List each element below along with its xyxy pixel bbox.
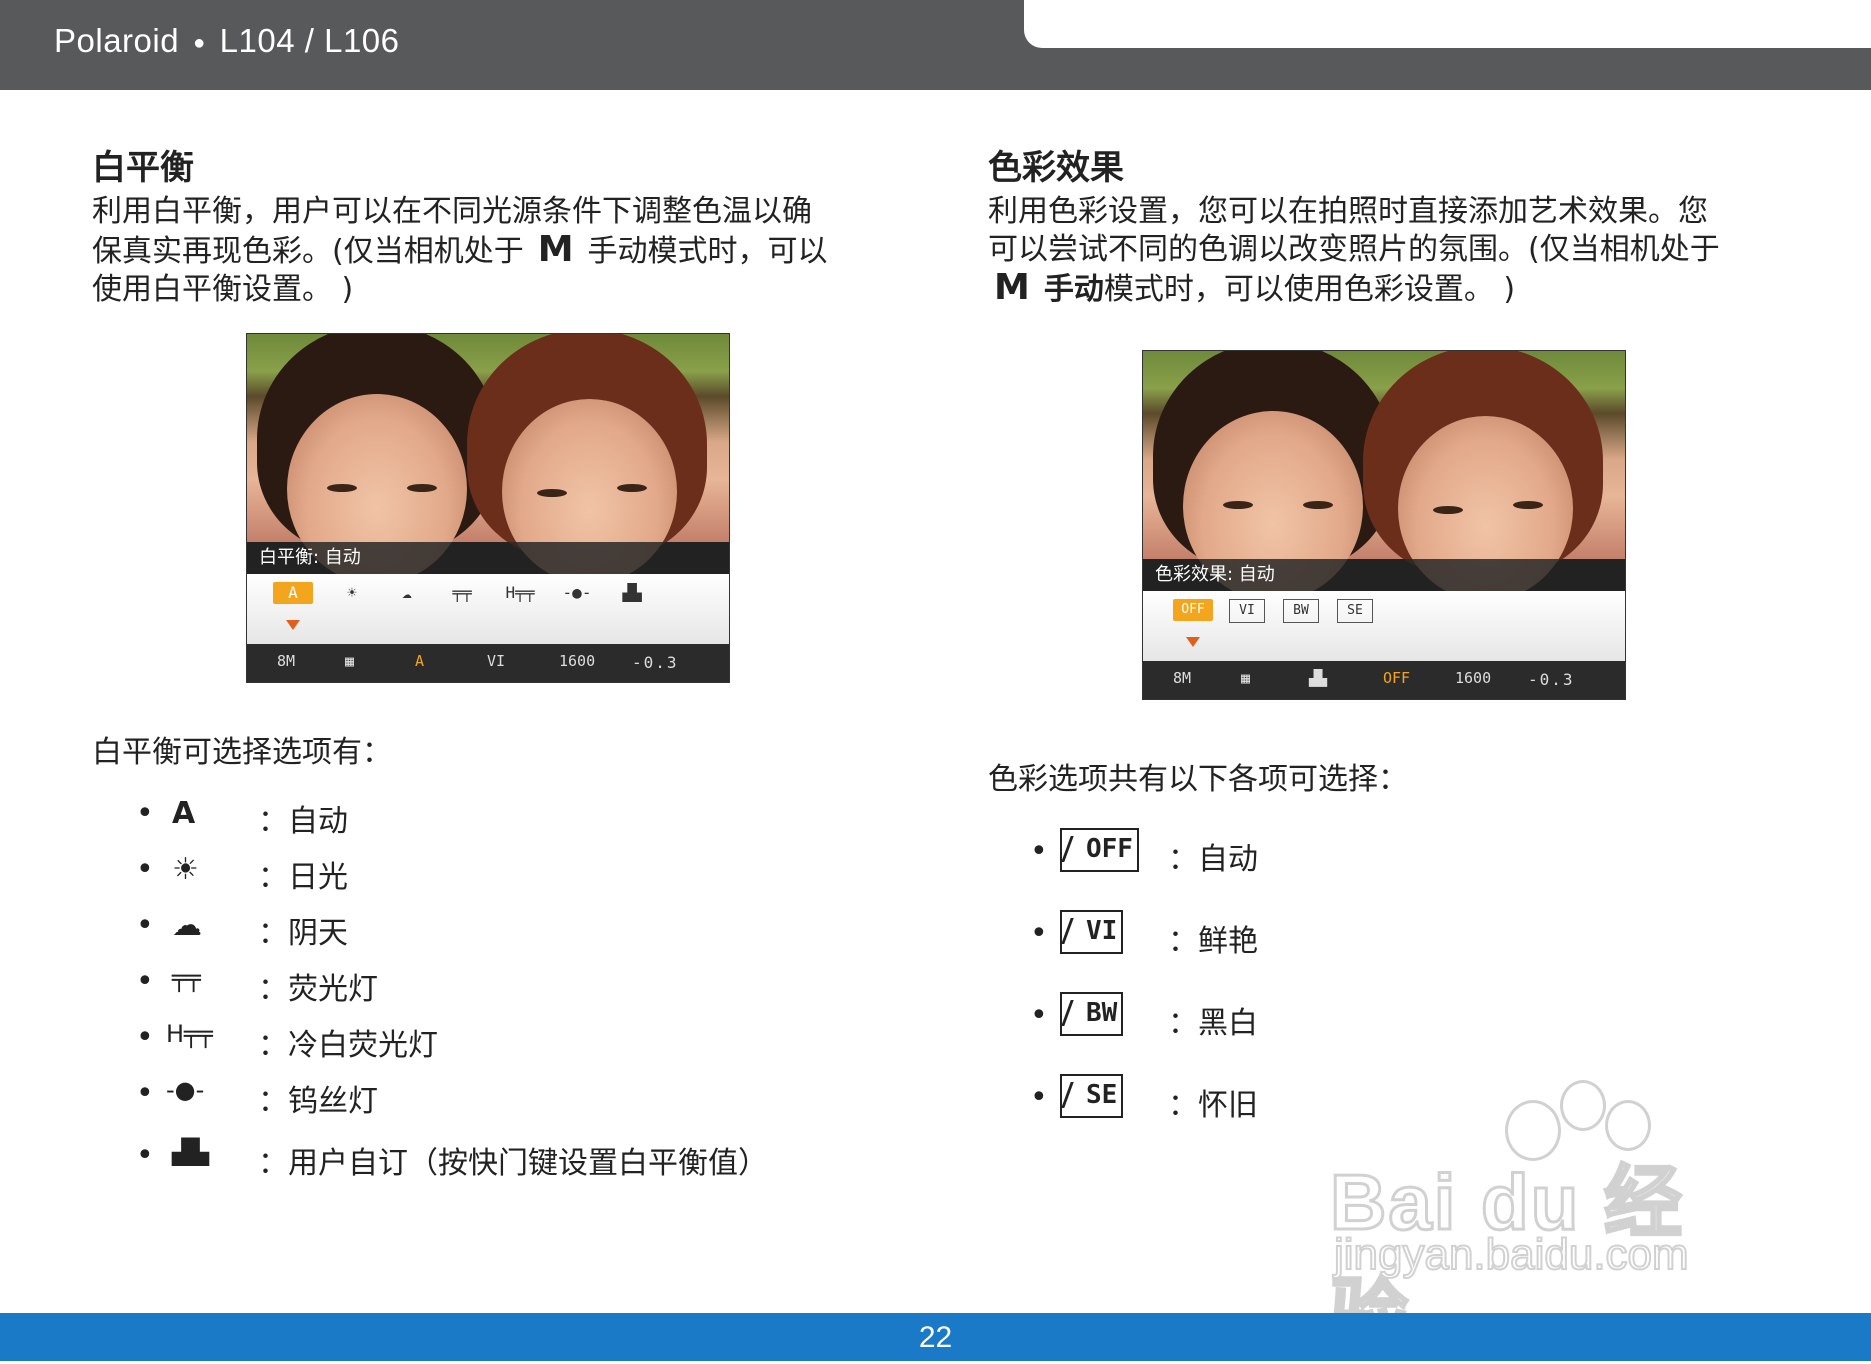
color-desc-line3b: 模式时，可以使用色彩设置。 )	[1103, 272, 1516, 307]
list-item: • VI ：鲜艳	[1030, 910, 1530, 992]
daylight-icon[interactable]: ☀	[337, 582, 367, 604]
list-item: • ☀ ：日光	[136, 852, 348, 895]
list-item: • -●- ：钨丝灯	[136, 1076, 378, 1119]
color-effect-camera-screen: 色彩效果: 自动 OFF VI BW SE 8M ▦ ▟▙ OFF 1600 -…	[1142, 350, 1626, 700]
color-sepia-icon: SE	[1060, 1074, 1124, 1118]
wb-desc-line2a: 保真实再现色彩。(仅当相机处于	[92, 234, 524, 269]
baidu-watermark: Bai du 经验 jingyan.baidu.com	[1329, 1080, 1760, 1360]
wb-status-icon: A	[415, 652, 425, 670]
list-item: • ▟▙ ：用户自订（按快门键设置白平衡值）	[136, 1138, 768, 1181]
header-title: Polaroid ● L104 / L106	[54, 22, 400, 60]
color-bw-icon: BW	[1060, 992, 1124, 1036]
auto-wb-icon[interactable]: A	[273, 582, 313, 604]
page-number: 22	[918, 1321, 953, 1354]
wb-option-tray: A ☀ ☁ ╤╤ H╤╤ -●- ▟▙	[247, 574, 729, 644]
color-desc-line2: 可以尝试不同的色调以改变照片的氛围。(仅当相机处于	[988, 232, 1720, 267]
wb-desc-line2b: 手动模式时，可以	[587, 234, 828, 269]
color-effect-description: 利用色彩设置，您可以在拍照时直接添加艺术效果。您 可以尝试不同的色调以改变照片的…	[988, 193, 1808, 309]
separator-dot: ●	[193, 31, 206, 54]
quality-icon: ▦	[345, 652, 355, 670]
selection-arrow-icon	[1186, 637, 1200, 647]
osd-label: 色彩效果: 自动	[1143, 559, 1625, 591]
manual-mode-icon: M	[537, 229, 574, 270]
camera-photo	[1143, 351, 1625, 601]
white-balance-heading: 白平衡	[92, 148, 194, 188]
custom-wb-icon[interactable]: ▟▙	[612, 582, 652, 604]
list-item: • H╤╤ ：冷白荧光灯	[136, 1020, 438, 1063]
wb-status-icon: ▟▙	[1309, 669, 1328, 687]
manual-mode-icon: M	[994, 267, 1030, 308]
custom-wb-icon: ▟▙	[172, 1138, 209, 1166]
white-balance-description: 利用白平衡，用户可以在不同光源条件下调整色温以确 保真实再现色彩。(仅当相机处于…	[92, 193, 912, 309]
color-off-icon: OFF	[1060, 828, 1139, 872]
iso-icon: 1600	[1455, 669, 1492, 687]
camera-photo	[247, 334, 729, 584]
page-footer: 22	[0, 1313, 1871, 1361]
watermark-url: jingyan.baidu.com	[1333, 1229, 1690, 1280]
color-off-icon[interactable]: OFF	[1173, 599, 1213, 621]
model-name: L104 / L106	[219, 22, 400, 59]
osd-label: 白平衡: 自动	[247, 542, 729, 574]
selection-arrow-icon	[286, 620, 300, 630]
cloudy-icon[interactable]: ☁	[392, 582, 422, 604]
fluorescent-icon[interactable]: ╤╤	[442, 582, 482, 604]
resolution-icon: 8M	[277, 652, 296, 670]
color-bw-icon[interactable]: BW	[1283, 599, 1319, 623]
exposure-value: -0.3	[1528, 670, 1575, 689]
camera-status-bar: 8M ▦ A VI 1600 -0.3	[247, 644, 729, 682]
fluorescent-icon: ╤╤	[172, 964, 201, 992]
wb-options-list: • A ：自动 • ☀ ：日光 • ☁ ：阴天 • ╤╤ ：荧光灯 • H╤╤ ：冷白荧光灯 • -●…	[136, 796, 836, 1194]
cloudy-icon: ☁	[172, 908, 202, 943]
wb-desc-line1: 利用白平衡，用户可以在不同光源条件下调整色温以确	[92, 194, 812, 229]
quality-icon: ▦	[1241, 669, 1251, 687]
daylight-icon: ☀	[172, 852, 199, 887]
exposure-value: -0.3	[632, 653, 679, 672]
wb-desc-line3: 使用白平衡设置。 )	[92, 272, 354, 307]
iso-icon: 1600	[559, 652, 596, 670]
auto-wb-icon: A	[172, 796, 196, 831]
list-item: • ☁ ：阴天	[136, 908, 348, 951]
resolution-icon: 8M	[1173, 669, 1192, 687]
camera-status-bar: 8M ▦ ▟▙ OFF 1600 -0.3	[1143, 661, 1625, 699]
wb-options-intro: 白平衡可选择选项有：	[92, 735, 392, 770]
page-header: Polaroid ● L104 / L106	[0, 0, 1871, 90]
color-option-tray: OFF VI BW SE	[1143, 591, 1625, 661]
cool-white-fluorescent-icon: H╤╤	[166, 1020, 213, 1048]
tungsten-icon: -●-	[166, 1076, 205, 1104]
list-item: • BW ：黑白	[1030, 992, 1530, 1074]
color-sepia-icon[interactable]: SE	[1337, 599, 1373, 623]
color-vivid-icon: VI	[1060, 910, 1124, 954]
list-item: • OFF ：自动	[1030, 828, 1530, 910]
header-tab	[1024, 0, 1871, 48]
brand-name: Polaroid	[54, 22, 180, 59]
color-status-icon: VI	[487, 652, 506, 670]
color-desc-line3a: 手动	[1043, 272, 1104, 307]
color-effect-heading: 色彩效果	[988, 148, 1124, 188]
color-status-icon: OFF	[1383, 669, 1411, 687]
cool-white-fluorescent-icon[interactable]: H╤╤	[495, 582, 545, 604]
white-balance-camera-screen: 白平衡: 自动 A ☀ ☁ ╤╤ H╤╤ -●- ▟▙ 8M ▦ A VI 16…	[246, 333, 730, 683]
color-vivid-icon[interactable]: VI	[1229, 599, 1265, 623]
list-item: • A ：自动	[136, 796, 348, 839]
color-desc-line1: 利用色彩设置，您可以在拍照时直接添加艺术效果。您	[988, 194, 1708, 229]
color-options-intro: 色彩选项共有以下各项可选择：	[988, 762, 1408, 797]
tungsten-icon[interactable]: -●-	[557, 582, 597, 604]
list-item: • ╤╤ ：荧光灯	[136, 964, 378, 1007]
